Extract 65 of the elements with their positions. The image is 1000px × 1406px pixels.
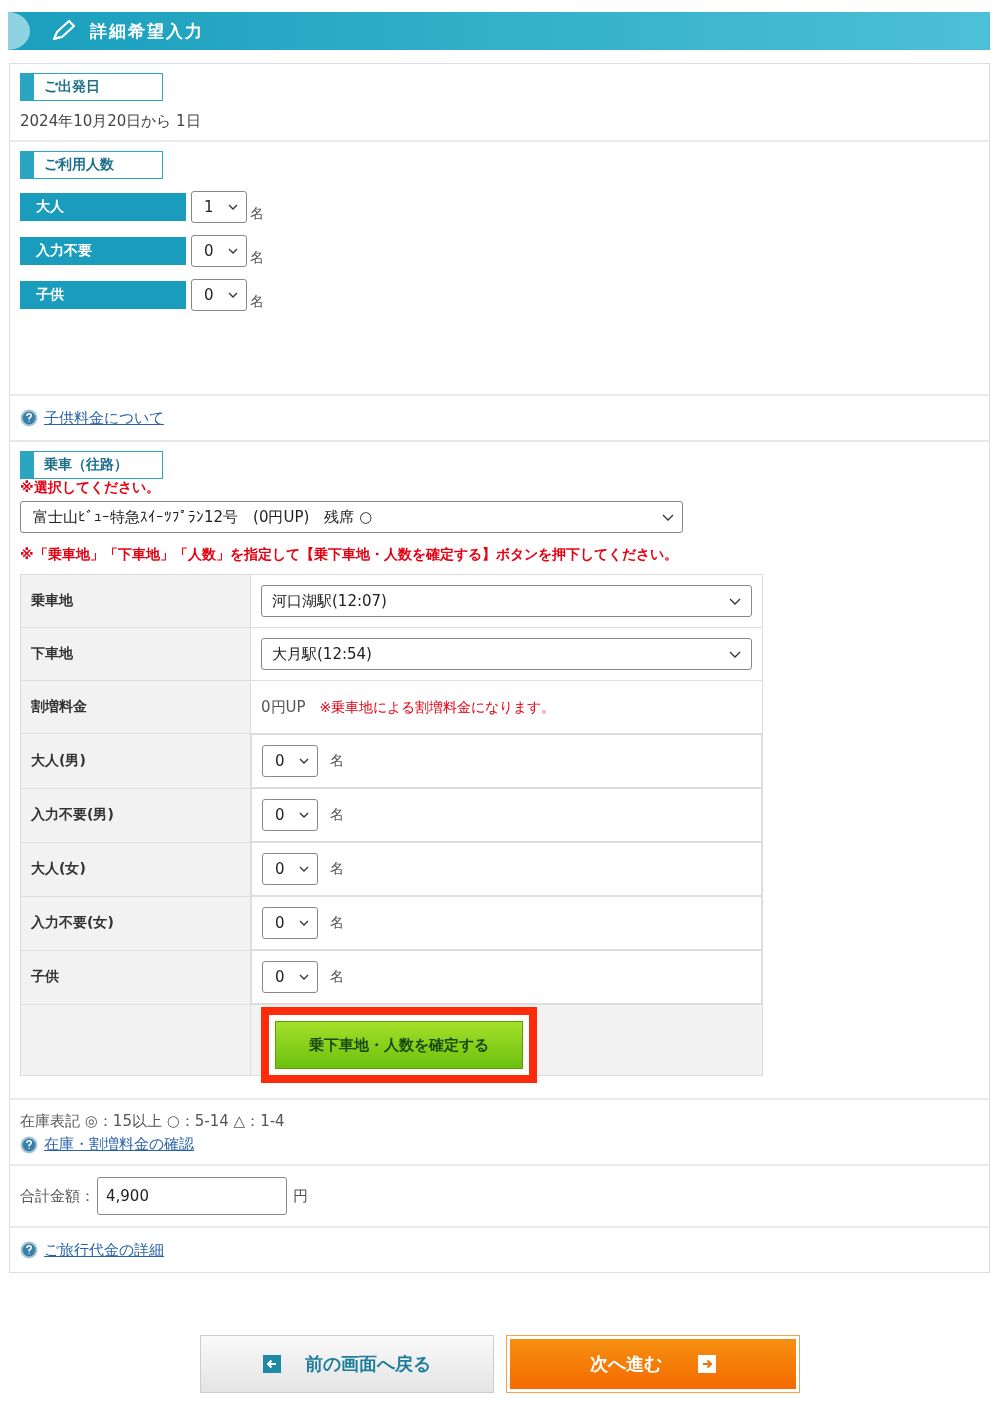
unit-label: 名 xyxy=(330,968,344,986)
departure-date: 2024年10月20日から 1日 xyxy=(20,112,202,131)
page-title: 詳細希望入力 xyxy=(90,19,204,43)
select-prompt: ※選択してください。 xyxy=(20,479,161,497)
row-label: 入力不要(男) xyxy=(20,788,251,842)
unit-label: 名 xyxy=(330,752,344,770)
instruction-note: ※「乗車地」「下車地」「人数」を指定して【乗下車地・人数を確定する】ボタンを押下してください。 xyxy=(20,546,679,564)
row-label: 下車地 xyxy=(20,627,251,681)
back-button[interactable]: 前の画面へ戻る xyxy=(200,1335,494,1393)
chevron-down-icon xyxy=(228,204,238,210)
chevron-down-icon xyxy=(299,758,309,764)
pencil-icon xyxy=(50,19,76,43)
chevron-down-icon xyxy=(299,866,309,872)
count-select[interactable]: 0 xyxy=(262,961,318,993)
chevron-down-icon xyxy=(228,292,238,298)
unit-label: 名 xyxy=(330,860,344,878)
unit-label: 名 xyxy=(250,205,264,223)
passenger-label: 入力不要 xyxy=(20,237,186,265)
fee-detail-link[interactable]: ご旅行代金の詳細 xyxy=(44,1240,164,1260)
unit-label: 名 xyxy=(250,293,264,311)
total-label: 合計金額： xyxy=(20,1186,95,1206)
arrow-left-icon xyxy=(263,1355,281,1373)
unit-label: 名 xyxy=(330,806,344,824)
passenger-label: 子供 xyxy=(20,281,186,309)
row-label: 大人(男) xyxy=(20,733,251,788)
count-select[interactable]: 1 xyxy=(191,191,247,223)
row-label: 入力不要(女) xyxy=(20,896,251,950)
count-select[interactable]: 0 xyxy=(262,799,318,831)
chevron-down-icon xyxy=(299,920,309,926)
help-icon xyxy=(20,409,38,427)
stop-select[interactable]: 河口湖駅(12:07) xyxy=(261,585,752,617)
currency-label: 円 xyxy=(293,1186,308,1206)
unit-label: 名 xyxy=(330,914,344,932)
unit-label: 名 xyxy=(250,249,264,267)
count-select[interactable]: 0 xyxy=(262,907,318,939)
total-field[interactable]: 4,900 xyxy=(97,1177,287,1215)
row-label: 子供 xyxy=(20,950,251,1005)
chevron-down-icon xyxy=(662,513,674,521)
child-fare-link[interactable]: 子供料金について xyxy=(44,408,164,428)
surcharge-note: ※乗車地による割増料金になります。 xyxy=(319,698,556,715)
stop-select[interactable]: 大月駅(12:54) xyxy=(261,638,752,670)
chevron-down-icon xyxy=(729,597,741,605)
count-select[interactable]: 0 xyxy=(262,853,318,885)
help-icon xyxy=(20,1241,38,1259)
arrow-right-icon xyxy=(698,1355,716,1373)
row-label: 乗車地 xyxy=(20,574,251,628)
count-select[interactable]: 0 xyxy=(191,235,247,267)
chevron-down-icon xyxy=(299,974,309,980)
count-select[interactable]: 0 xyxy=(262,745,318,777)
count-select[interactable]: 0 xyxy=(191,279,247,311)
chevron-down-icon xyxy=(729,650,741,658)
chevron-down-icon xyxy=(228,248,238,254)
row-label: 大人(女) xyxy=(20,842,251,896)
passenger-label: 大人 xyxy=(20,193,186,221)
surcharge-value: 0円UP xyxy=(261,697,306,716)
stock-legend: 在庫表記 ◎：15以上 ○：5-14 △：1-4 xyxy=(20,1112,979,1131)
help-icon xyxy=(20,1135,38,1154)
stock-link[interactable]: 在庫・割増料金の確認 xyxy=(44,1135,194,1154)
row-label: 割増料金 xyxy=(20,680,251,734)
confirm-button[interactable]: 乗下車地・人数を確定する xyxy=(275,1021,523,1069)
section-heading: 乗車（往路） xyxy=(20,451,163,479)
train-select[interactable]: 富士山ﾋﾞｭｰ特急ｽｲｰﾂﾌﾟﾗﾝ12号 (0円UP) 残席 ○ xyxy=(20,501,683,533)
section-heading: ご利用人数 xyxy=(20,151,163,179)
section-heading: ご出発日 xyxy=(20,73,163,101)
chevron-down-icon xyxy=(299,812,309,818)
